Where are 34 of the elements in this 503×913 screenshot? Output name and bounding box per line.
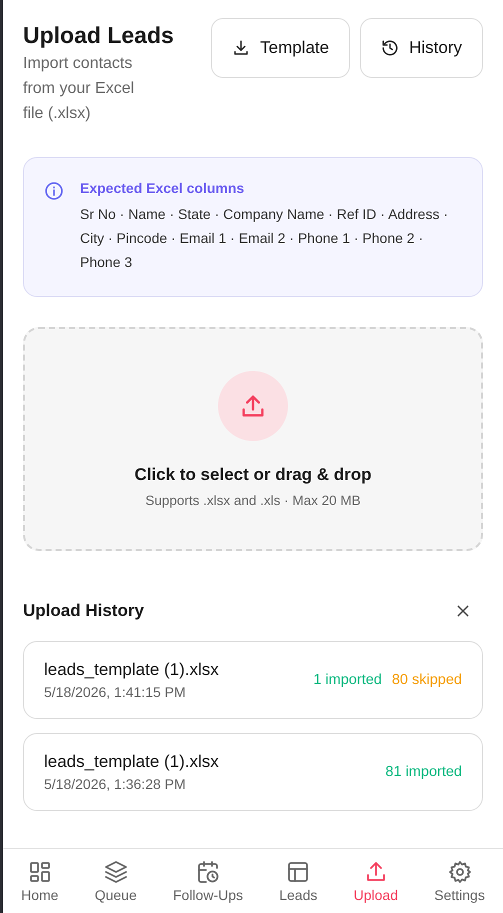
skipped-count: 80 skipped <box>392 672 462 688</box>
nav-tab[interactable]: Home <box>21 860 58 902</box>
calendar-clock-icon <box>196 860 220 884</box>
history-title: Upload History <box>23 601 144 621</box>
table-icon <box>286 860 310 884</box>
nav-tab[interactable]: Upload <box>354 860 398 902</box>
download-icon <box>232 39 250 57</box>
page-subtitle: Import contacts from your Excel file (.xlsx) <box>23 54 136 124</box>
layers-icon <box>104 860 128 884</box>
info-icon <box>44 181 64 201</box>
upload-time: 5/18/2026, 1:36:28 PM <box>44 776 187 792</box>
imported-count: 81 imported <box>385 764 462 780</box>
close-icon[interactable] <box>455 603 471 619</box>
nav-tab[interactable]: Leads <box>279 860 318 902</box>
nav-tab[interactable]: Follow-Ups <box>172 860 243 902</box>
page-title: Upload Leads <box>23 22 174 49</box>
drop-hint: Supports .xlsx and .xls · Max 20 MB <box>145 492 361 508</box>
settings-icon <box>448 860 472 884</box>
columns-list: Sr No · Name · State · Company Name · Ref ID · Address · City · Pincode · Email 1 · Email 2 · Phone 1 · Phone 2 · Phone 3 <box>80 202 462 274</box>
file-name: leads_template (1).xlsx <box>44 752 219 772</box>
template-button[interactable]: Template <box>211 18 350 78</box>
imported-count: 1 imported <box>313 672 382 688</box>
file-drop-zone[interactable]: Click to select or drag & drop Supports .xlsx and .xls · Max 20 MB <box>23 327 483 551</box>
history-card[interactable]: leads_template (1).xlsx 5/18/2026, 1:41:15 PM 1 imported 80 skipped <box>23 641 483 719</box>
grid-icon <box>28 860 52 884</box>
history-icon <box>381 39 400 57</box>
history-button[interactable]: History <box>360 18 483 78</box>
drop-title: Click to select or drag & drop <box>134 464 372 484</box>
file-name: leads_template (1).xlsx <box>44 660 219 680</box>
history-card[interactable]: leads_template (1).xlsx 5/18/2026, 1:36:28 PM 81 imported <box>23 733 483 811</box>
nav-tab[interactable]: Settings <box>434 860 485 902</box>
upload-time: 5/18/2026, 1:41:15 PM <box>44 684 187 700</box>
info-title: Expected Excel columns <box>80 180 246 196</box>
nav-tab[interactable]: Queue <box>94 860 137 902</box>
